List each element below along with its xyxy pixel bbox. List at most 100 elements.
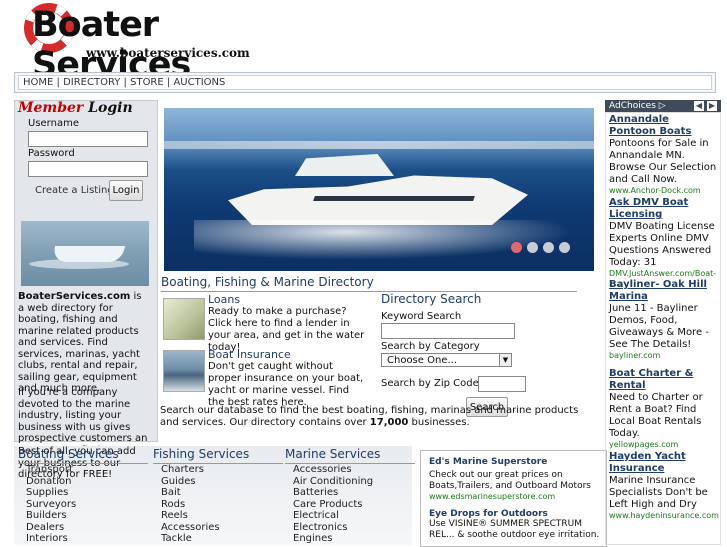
money-image[interactable]	[163, 298, 205, 340]
slide-dot-3[interactable]	[543, 242, 554, 253]
username-input[interactable]	[28, 131, 148, 147]
category-link[interactable]: Care Products	[293, 499, 415, 511]
adchoices-icon: ▷	[658, 101, 666, 111]
category-link[interactable]: Tackle	[161, 533, 283, 545]
nav-auctions[interactable]: AUCTIONS	[173, 77, 225, 88]
ad-title[interactable]: Boat Charter & Rental	[609, 368, 719, 392]
fishing-services-title[interactable]: Fishing Services	[153, 447, 283, 464]
ad-description: June 11 - Bayliner Demos, Food, Giveaway…	[609, 303, 709, 350]
right-ad: Ask DMV Boat Licensing DMV Boating Licen…	[609, 197, 719, 289]
about-text: BoaterServices.com is a web directory fo…	[18, 291, 150, 395]
category-link[interactable]: Accessories	[161, 522, 283, 534]
ad-description: Use VISINE® SUMMER SPECTRUM REL... & soo…	[429, 519, 600, 540]
ad-description: DMV Boating License Experts Online DMV Q…	[609, 221, 715, 268]
ad-url[interactable]: www.haydeninsurance.com	[609, 511, 719, 521]
category-select-value: Choose One...	[387, 355, 457, 366]
category-link[interactable]: Reels	[161, 510, 283, 522]
nav-separator: |	[163, 77, 174, 88]
slide-dot-4[interactable]	[559, 242, 570, 253]
slide-dot-2[interactable]	[527, 242, 538, 253]
boat-insurance-description: Don't get caught without proper insuranc…	[208, 361, 364, 408]
ad-title[interactable]: Hayden Yacht Insurance	[609, 451, 719, 475]
right-ad: Bayliner- Oak Hill Marina June 11 - Bayl…	[609, 279, 719, 361]
category-link[interactable]: Interiors	[26, 533, 148, 545]
ad-url[interactable]: www.Anchor-Dock.com	[609, 186, 719, 196]
slide-dot-1[interactable]	[511, 242, 522, 253]
ad-description: Pontoons for Sale in Annandale MN. Brows…	[609, 138, 717, 185]
boating-services-title[interactable]: Boating Services	[18, 447, 148, 464]
directory-search-title: Directory Search	[381, 292, 482, 306]
member-login-heading: Member Login	[18, 100, 133, 116]
password-input[interactable]	[28, 161, 148, 177]
about-brand: BoaterServices.com	[18, 291, 131, 302]
login-button[interactable]: Login	[109, 180, 143, 201]
category-link[interactable]: Engines	[293, 533, 415, 545]
right-ad: Boat Charter & Rental Need to Charter or…	[609, 368, 719, 450]
member-login-heading-b: Login	[88, 100, 133, 116]
category-link[interactable]: Accessories	[293, 464, 415, 476]
adchoices-label: AdChoices	[609, 101, 656, 111]
ad-title[interactable]: Eye Drops for Outdoors	[429, 509, 601, 519]
directory-title: Boating, Fishing & Marine Directory	[161, 275, 577, 292]
about-text-body: is a web directory for boating, fishing …	[18, 291, 142, 394]
category-link[interactable]: Supplies	[26, 487, 148, 499]
mid-ad-box: Ed's Marine Superstore Check out our gre…	[420, 450, 607, 547]
chevron-down-icon: ▼	[499, 354, 511, 366]
category-link[interactable]: Builders	[26, 510, 148, 522]
logo-url: www.boaterservices.com	[86, 46, 250, 60]
nav-separator: |	[53, 77, 64, 88]
zip-input[interactable]	[478, 376, 526, 392]
marine-services-title[interactable]: Marine Services	[285, 447, 415, 464]
category-link[interactable]: Rods	[161, 499, 283, 511]
ad-title[interactable]: Bayliner- Oak Hill Marina	[609, 279, 719, 303]
category-link[interactable]: Bait	[161, 487, 283, 499]
right-ad: Annandale Pontoon Boats Pontoons for Sal…	[609, 114, 719, 196]
directory-intro: Search our database to find the best boa…	[160, 405, 580, 429]
ad-description: Marine Insurance Specialists Don't be Le…	[609, 475, 708, 510]
marine-services-group: Marine Services Accessories Air Conditio…	[285, 447, 415, 545]
chevron-right-icon[interactable]: ▶	[707, 101, 717, 111]
hero-yacht-image	[164, 108, 594, 271]
speedboat-image	[21, 221, 149, 286]
password-label: Password	[28, 148, 75, 159]
username-label: Username	[28, 118, 79, 129]
category-link[interactable]: Donation	[26, 476, 148, 488]
directory-intro-text-b: businesses.	[408, 417, 470, 428]
category-link[interactable]: Dealers	[26, 522, 148, 534]
ad-url[interactable]: bayliner.com	[609, 351, 719, 361]
ad-description: Need to Charter or Rent a Boat? Find Loc…	[609, 392, 703, 439]
category-link[interactable]: Electronics	[293, 522, 415, 534]
keyword-label: Keyword Search	[381, 311, 462, 322]
ad-title[interactable]: Annandale Pontoon Boats	[609, 114, 719, 138]
member-login-heading-a: Member	[18, 100, 84, 116]
ad-url[interactable]: yellowpages.com	[609, 440, 719, 450]
nav-directory[interactable]: DIRECTORY	[63, 77, 120, 88]
ad-title[interactable]: Ask DMV Boat Licensing	[609, 197, 719, 221]
loans-description: Ready to make a purchase? Click here to …	[208, 306, 365, 353]
category-link[interactable]: Batteries	[293, 487, 415, 499]
boat-insurance-link[interactable]: Boat Insurance	[208, 348, 291, 361]
category-link[interactable]: Transport	[26, 464, 148, 476]
nav-home[interactable]: HOME	[23, 77, 53, 88]
marina-image[interactable]	[163, 350, 205, 392]
category-link[interactable]: Charters	[161, 464, 283, 476]
ad-url[interactable]: www.edsmarinesuperstore.com	[429, 492, 601, 501]
right-ad: Hayden Yacht Insurance Marine Insurance …	[609, 451, 719, 521]
fishing-services-group: Fishing Services Charters Guides Bait Ro…	[153, 447, 283, 545]
category-link[interactable]: Air Conditioning	[293, 476, 415, 488]
keyword-input[interactable]	[381, 323, 515, 339]
category-link[interactable]: Surveyors	[26, 499, 148, 511]
top-nav: HOME | DIRECTORY | STORE | AUCTIONS	[14, 72, 716, 93]
chevron-left-icon[interactable]: ◀	[694, 101, 704, 111]
directory-count: 17,000	[369, 417, 409, 428]
category-link[interactable]: Guides	[161, 476, 283, 488]
site-logo[interactable]: Boater Services www.boaterservices.com	[14, 0, 292, 85]
nav-store[interactable]: STORE	[130, 77, 164, 88]
nav-separator: |	[120, 77, 131, 88]
ad-title[interactable]: Ed's Marine Superstore	[429, 457, 601, 467]
zip-label: Search by Zip Code	[381, 378, 479, 389]
category-link[interactable]: Electrical	[293, 510, 415, 522]
create-listing-link[interactable]: Create a Listing	[35, 185, 114, 196]
category-select[interactable]: Choose One... ▼	[381, 353, 512, 367]
loans-link[interactable]: Loans	[208, 293, 240, 306]
